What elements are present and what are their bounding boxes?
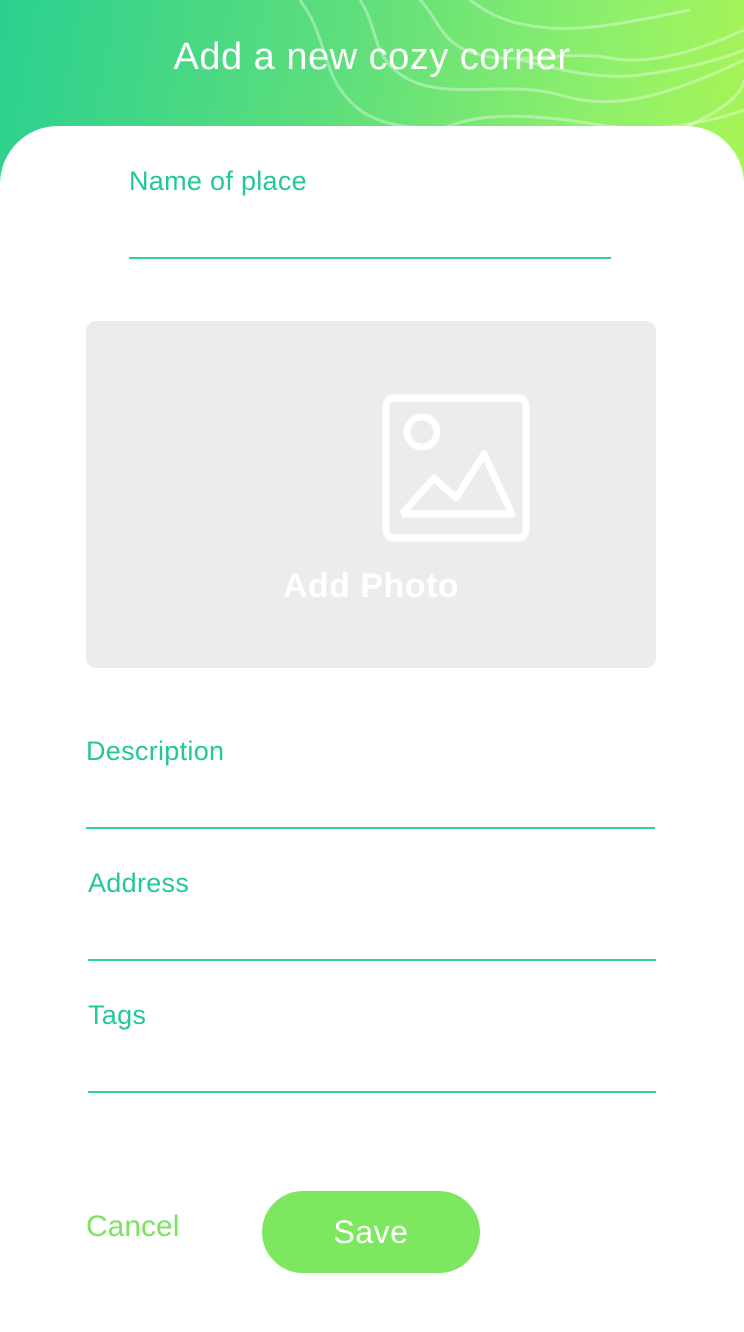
name-label: Name of place: [129, 166, 307, 196]
description-field: Description: [86, 736, 655, 832]
address-label: Address: [88, 868, 190, 898]
description-label: Description: [86, 736, 225, 766]
tags-field: Tags: [88, 1000, 656, 1096]
add-photo-label: Add Photo: [282, 567, 460, 605]
tags-input[interactable]: [88, 1054, 656, 1088]
tags-underline: [88, 1091, 656, 1093]
name-input[interactable]: [129, 220, 611, 254]
name-underline: [129, 257, 611, 259]
tags-label: Tags: [88, 1000, 147, 1030]
address-underline: [88, 959, 656, 961]
address-field: Address: [88, 868, 656, 964]
cancel-button[interactable]: Cancel: [86, 1210, 179, 1244]
description-input[interactable]: [86, 790, 655, 824]
form-card: [0, 126, 744, 1332]
name-field: Name of place: [129, 166, 611, 262]
page-title: Add a new cozy corner: [173, 36, 571, 78]
add-photo-button[interactable]: Add Photo: [86, 321, 656, 668]
save-button[interactable]: Save: [262, 1191, 480, 1273]
image-icon: [382, 394, 530, 542]
description-underline: [86, 827, 655, 829]
address-input[interactable]: [88, 922, 656, 956]
